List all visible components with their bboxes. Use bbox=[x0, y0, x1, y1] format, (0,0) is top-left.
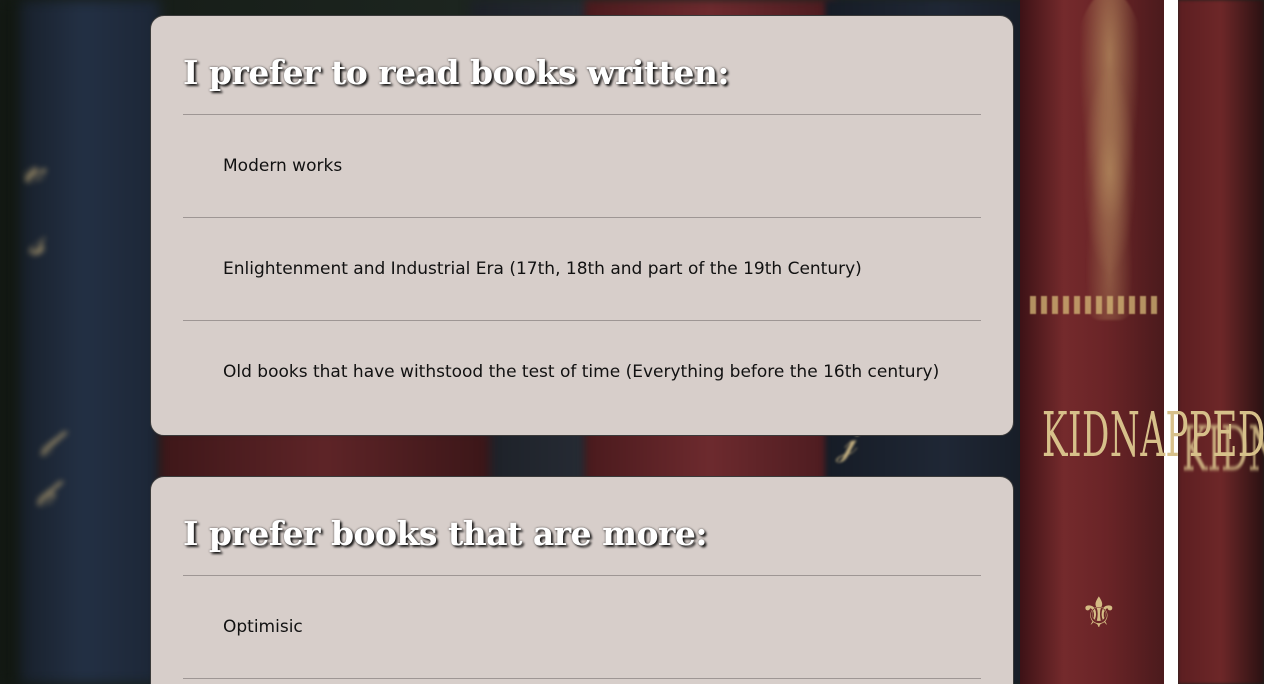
book-spine bbox=[1178, 0, 1264, 684]
shelf-gap bbox=[1164, 0, 1178, 684]
answer-option-old-books[interactable]: Old books that have withstood the test o… bbox=[183, 321, 981, 423]
fleur-de-lis-icon: ⚜ bbox=[1080, 588, 1118, 637]
question-card-era: I prefer to read books written: Modern w… bbox=[150, 15, 1014, 436]
answer-option-enlightenment-industrial[interactable]: Enlightenment and Industrial Era (17th, … bbox=[183, 218, 981, 321]
question-title: I prefer to read books written: bbox=[183, 16, 981, 115]
spine-title-kidnapped-far: KIDNAPPED bbox=[1182, 412, 1264, 485]
gold-band-decoration bbox=[1030, 296, 1160, 314]
answer-option-optimistic[interactable]: Optimisic bbox=[183, 576, 981, 679]
answer-option-modern-works[interactable]: Modern works bbox=[183, 115, 981, 218]
question-card-tone: I prefer books that are more: Optimisic bbox=[150, 476, 1014, 684]
question-title: I prefer books that are more: bbox=[183, 477, 981, 576]
gold-ornament-decoration bbox=[1062, 0, 1157, 320]
book-spine bbox=[20, 0, 160, 684]
